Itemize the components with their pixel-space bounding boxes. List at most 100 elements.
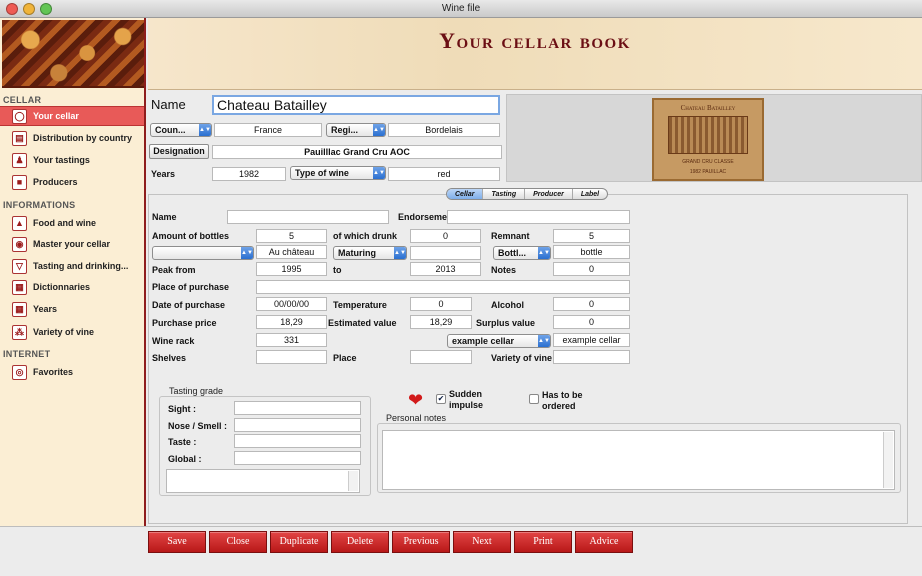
remnant-label: Remnant — [491, 231, 530, 241]
sidebar-item-master-cellar[interactable]: ◉ Master your cellar — [0, 234, 144, 254]
shelves-field[interactable] — [256, 350, 327, 364]
tab-producer[interactable]: Producer — [525, 189, 573, 199]
amount-field[interactable]: 5 — [256, 229, 327, 243]
save-button[interactable]: Save — [148, 531, 206, 553]
tab-tasting[interactable]: Tasting — [483, 189, 526, 199]
country-field[interactable]: France — [214, 123, 322, 137]
food-icon: ▲ — [12, 215, 27, 231]
chateau-field[interactable]: Au château — [256, 245, 327, 259]
sudden-impulse-label-line2: impulse — [449, 400, 484, 410]
remnant-field[interactable]: 5 — [553, 229, 630, 243]
notes-field[interactable]: 0 — [553, 262, 630, 276]
glass-icon: ▽ — [12, 258, 27, 274]
taste-field[interactable] — [234, 434, 361, 448]
estimated-value-field[interactable]: 18,29 — [410, 315, 472, 329]
peak-from-field[interactable]: 1995 — [256, 262, 327, 276]
temperature-label: Temperature — [333, 300, 387, 310]
action-bar: Save Close Duplicate Delete Previous Nex… — [0, 526, 922, 576]
sidebar-item-tastings[interactable]: ♟ Your tastings — [0, 150, 144, 170]
sidebar-item-distribution[interactable]: ▤ Distribution by country — [0, 128, 144, 148]
name-label: Name — [151, 97, 186, 112]
sudden-impulse-checkbox[interactable]: ✔ — [436, 394, 446, 404]
surplus-value-field[interactable]: 0 — [553, 315, 630, 329]
sidebar-item-food-and-wine[interactable]: ▲ Food and wine — [0, 213, 144, 233]
peak-label: Peak from — [152, 265, 196, 275]
window-titlebar: Wine file — [0, 0, 922, 18]
sidebar-item-favorites[interactable]: ◎ Favorites — [0, 362, 144, 382]
tasting-comment-area[interactable] — [166, 469, 360, 493]
purchase-price-field[interactable]: 18,29 — [256, 315, 327, 329]
sidebar-item-label: Food and wine — [33, 218, 96, 228]
previous-button[interactable]: Previous — [392, 531, 450, 553]
peak-to-field[interactable]: 2013 — [410, 262, 481, 276]
duplicate-button[interactable]: Duplicate — [270, 531, 328, 553]
sidebar-item-label: Your cellar — [33, 111, 79, 121]
wine-identity-form: Name Chateau Batailley Coun... ▲▼ France … — [148, 91, 922, 189]
estimated-value-label: Estimated value — [328, 318, 397, 328]
date-of-purchase-field[interactable]: 00/00/00 — [256, 297, 327, 311]
chevron-updown-icon: ▲▼ — [538, 335, 550, 347]
wine-rack-field[interactable]: 331 — [256, 333, 327, 347]
has-to-be-ordered-checkbox[interactable] — [529, 394, 539, 404]
sidebar-item-tasting-drinking[interactable]: ▽ Tasting and drinking... — [0, 256, 144, 276]
grape-icon: ⁂ — [12, 324, 27, 340]
region-field[interactable]: Bordelais — [388, 123, 500, 137]
bottle-field[interactable]: bottle — [553, 245, 630, 259]
type-of-wine-popup[interactable]: Type of wine ▲▼ — [290, 166, 386, 180]
country-popup[interactable]: Coun... ▲▼ — [150, 123, 212, 137]
sidebar-item-producers[interactable]: ■ Producers — [0, 172, 144, 192]
close-button[interactable]: Close — [209, 531, 267, 553]
maturing-popup-label: Maturing — [338, 248, 376, 258]
maturing-field[interactable] — [410, 246, 481, 260]
wine-label-image[interactable]: Chateau Batailley GRAND CRU CLASSE 1982 … — [652, 98, 764, 181]
cellar-popup[interactable]: example cellar ▲▼ — [447, 334, 551, 348]
cellar-field[interactable]: example cellar — [553, 333, 630, 347]
temperature-field[interactable]: 0 — [410, 297, 472, 311]
people-icon: ♟ — [12, 152, 27, 168]
next-button[interactable]: Next — [453, 531, 511, 553]
personal-notes-field[interactable] — [382, 430, 895, 490]
designation-button[interactable]: Designation — [149, 144, 209, 159]
advice-button[interactable]: Advice — [575, 531, 633, 553]
alcohol-field[interactable]: 0 — [553, 297, 630, 311]
type-of-wine-field[interactable]: red — [388, 167, 500, 181]
wine-label-subtitle: GRAND CRU CLASSE — [682, 158, 734, 165]
location-popup[interactable]: ▲▼ — [152, 246, 254, 260]
variety-of-vine-field[interactable] — [553, 350, 630, 364]
sidebar-item-variety-of-vine[interactable]: ⁂ Variety of vine — [0, 322, 144, 342]
sight-label: Sight : — [168, 404, 196, 414]
cellar-name-field[interactable] — [227, 210, 389, 224]
sight-field[interactable] — [234, 401, 361, 415]
drunk-field[interactable]: 0 — [410, 229, 481, 243]
sidebar-item-dictionnaries[interactable]: ▦ Dictionnaries — [0, 277, 144, 297]
sidebar-item-label: Distribution by country — [33, 133, 132, 143]
endorsement-field[interactable] — [447, 210, 630, 224]
delete-button[interactable]: Delete — [331, 531, 389, 553]
designation-field[interactable]: Pauilllac Grand Cru AOC — [212, 145, 502, 159]
sidebar-item-your-cellar[interactable]: ◯ Your cellar — [0, 106, 144, 126]
sidebar: CELLAR ◯ Your cellar ▤ Distribution by cou… — [0, 18, 146, 526]
wine-name-field[interactable]: Chateau Batailley — [212, 95, 500, 115]
sudden-impulse-label-line1: Sudden — [449, 389, 482, 399]
bottle-popup-label: Bottl... — [498, 248, 526, 258]
to-label: to — [333, 265, 342, 275]
print-button[interactable]: Print — [514, 531, 572, 553]
tab-label[interactable]: Label — [573, 189, 607, 199]
years-field[interactable]: 1982 — [212, 167, 286, 181]
scrollbar[interactable] — [348, 471, 358, 491]
global-field[interactable] — [234, 451, 361, 465]
nose-field[interactable] — [234, 418, 361, 432]
place-field[interactable] — [410, 350, 472, 364]
sidebar-item-label: Master your cellar — [33, 239, 111, 249]
place-of-purchase-field[interactable] — [256, 280, 630, 294]
region-popup[interactable]: Regi... ▲▼ — [326, 123, 386, 137]
wine-label-panel: Chateau Batailley GRAND CRU CLASSE 1982 … — [506, 94, 922, 182]
scrollbar[interactable] — [883, 432, 893, 488]
book-icon: ▦ — [12, 279, 27, 295]
web-icon: ◎ — [12, 364, 27, 380]
bottle-popup[interactable]: Bottl... ▲▼ — [493, 246, 551, 260]
tab-cellar[interactable]: Cellar — [447, 189, 484, 199]
purchase-price-label: Purchase price — [152, 318, 217, 328]
sidebar-item-years[interactable]: ▦ Years — [0, 299, 144, 319]
maturing-popup[interactable]: Maturing ▲▼ — [333, 246, 407, 260]
